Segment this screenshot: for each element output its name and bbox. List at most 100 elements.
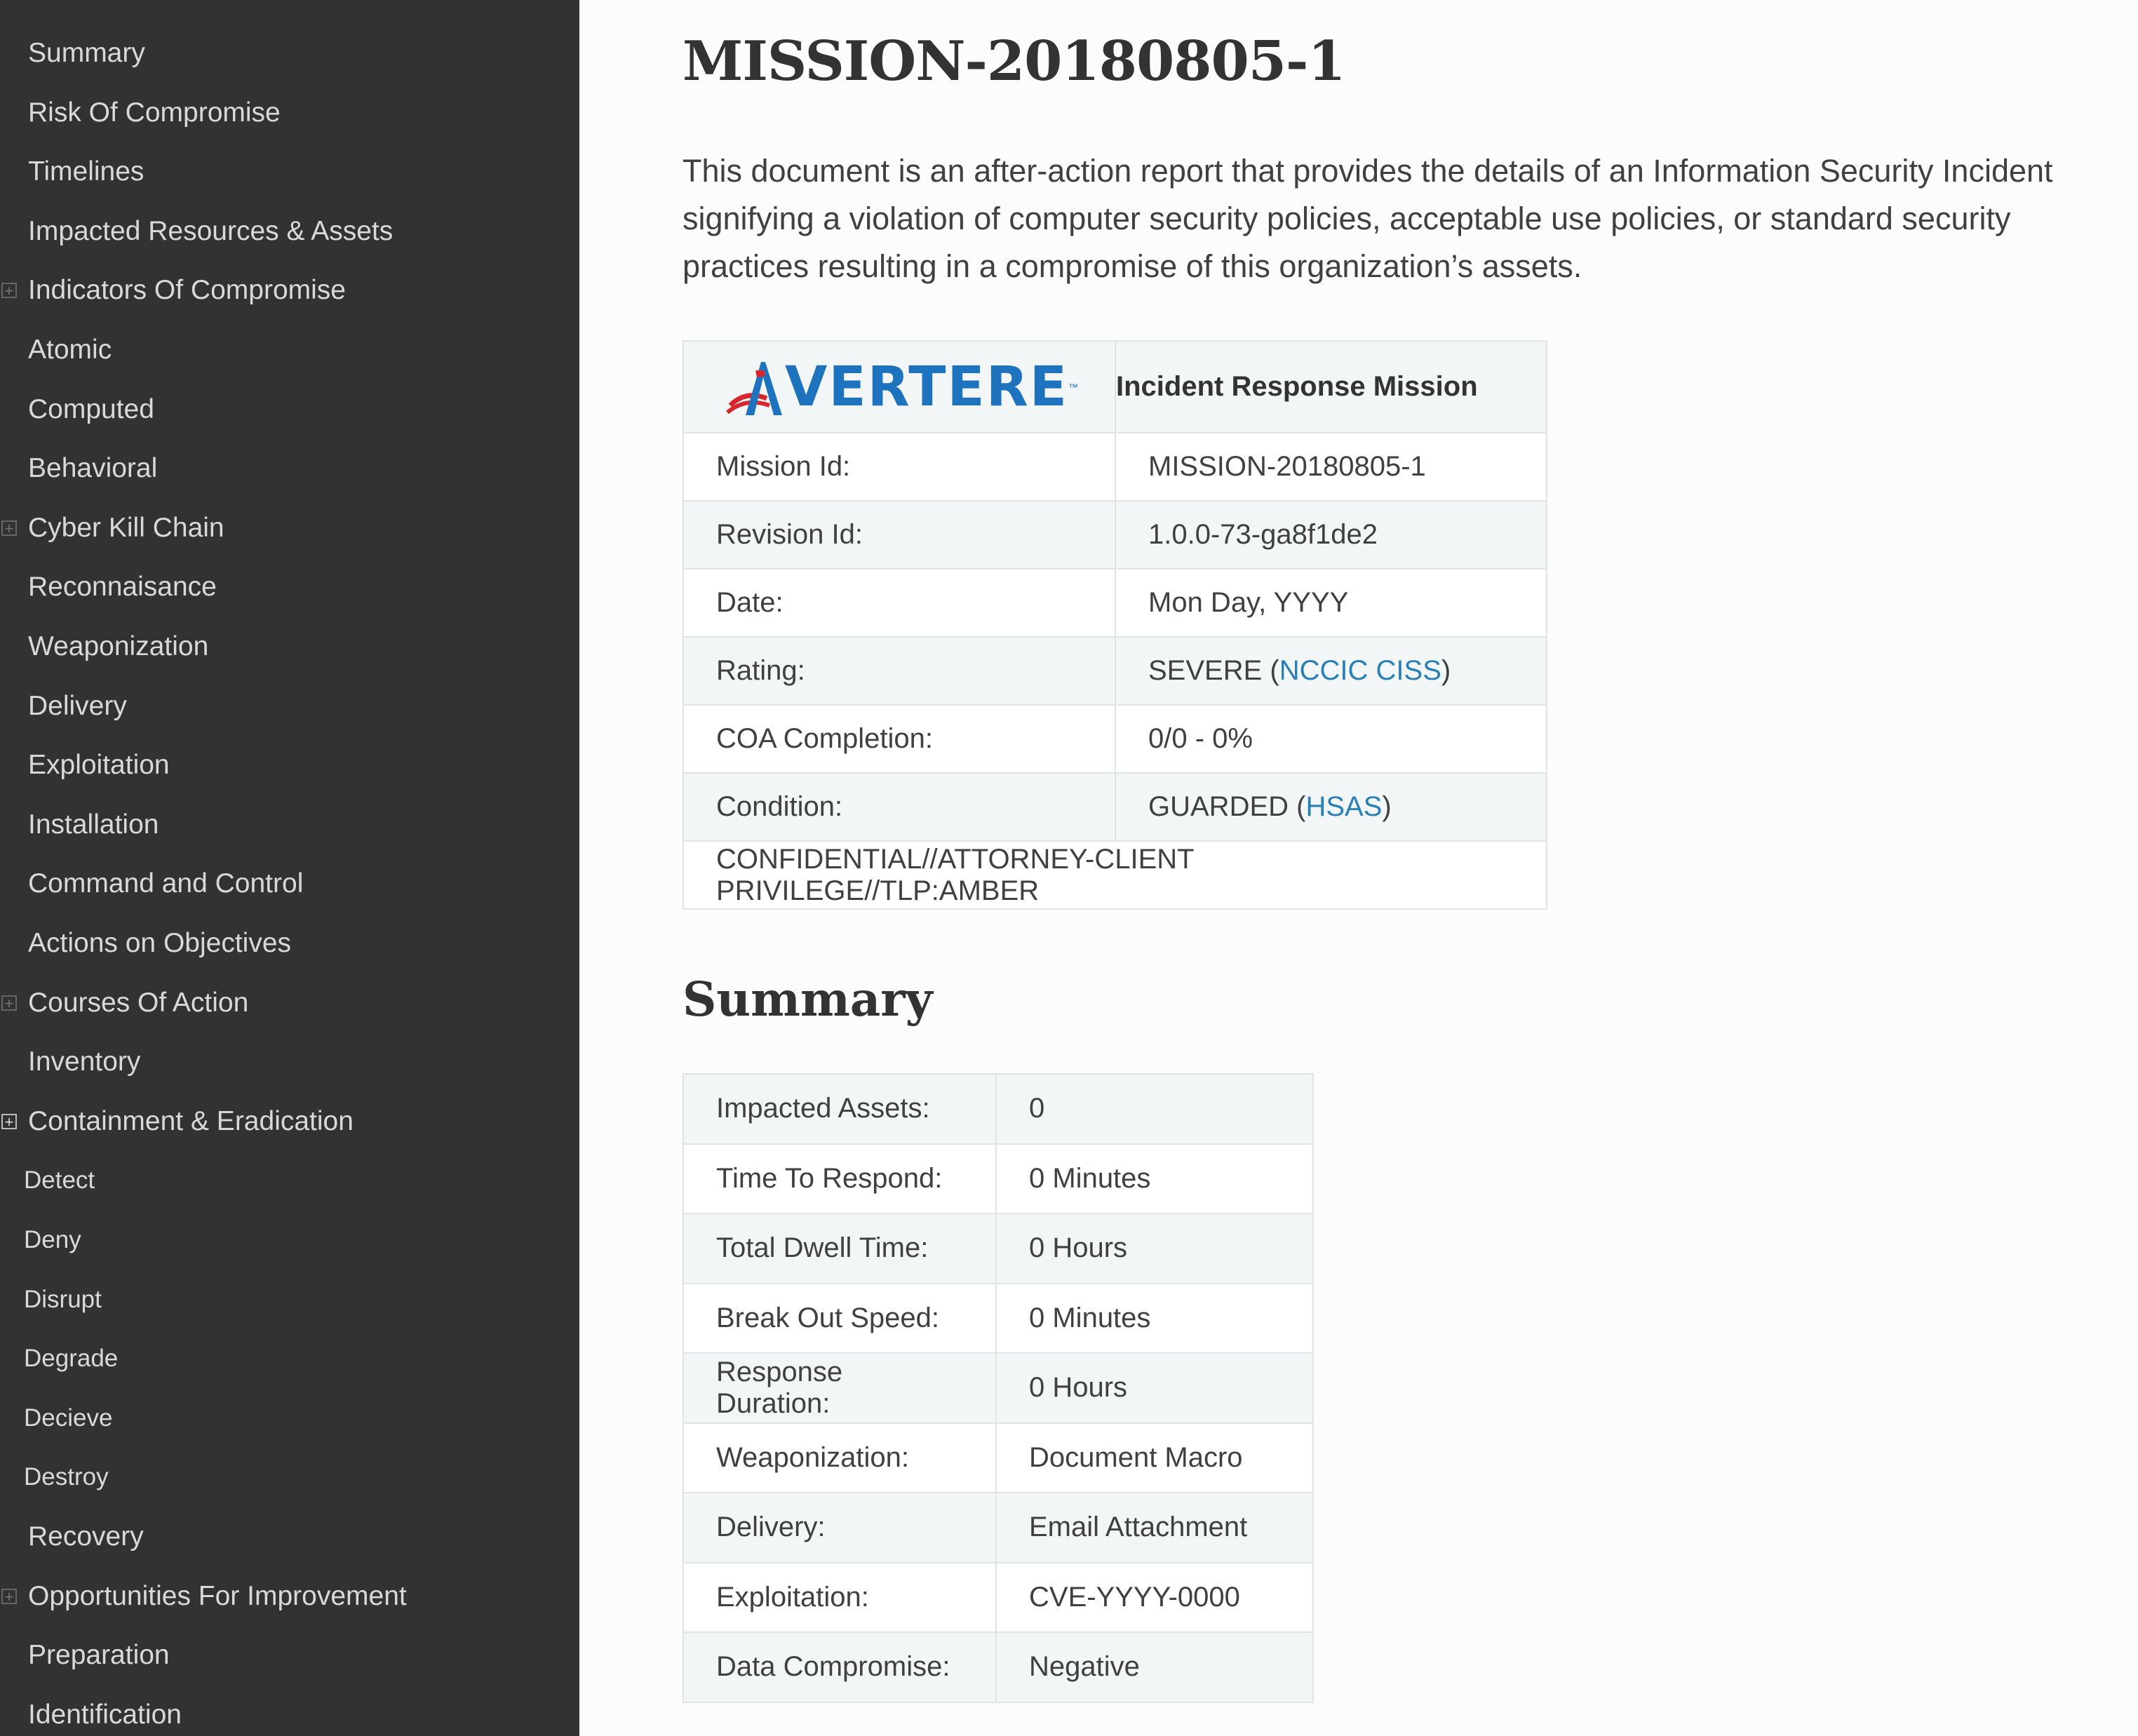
date-value: Mon Day, YYYY	[1115, 568, 1547, 638]
main-content: MISSION-20180805-1 This document is an a…	[579, 0, 2138, 1736]
summary-heading: Summary	[683, 971, 933, 1027]
sidebar-item-computed[interactable]: Computed	[0, 380, 579, 439]
sidebar-item-label: Atomic	[28, 335, 112, 365]
sidebar-nav: Summary Risk Of Compromise Timelines Impact…	[0, 0, 579, 1736]
sidebar-item-detect[interactable]: Detect	[0, 1151, 579, 1210]
summary-value: Document Macro	[995, 1422, 1314, 1493]
expand-icon[interactable]: +	[1, 283, 17, 299]
sidebar-item-opportunities-for-improvement[interactable]: + Opportunities For Improvement	[0, 1567, 579, 1626]
sidebar-item-label: Indicators Of Compromise	[28, 275, 346, 306]
rating-value-cell: SEVERE (NCCIC CISS)	[1115, 636, 1547, 706]
summary-value: 0 Minutes	[995, 1143, 1314, 1214]
summary-value: 0 Minutes	[995, 1282, 1314, 1354]
table-row: Total Dwell Time: 0 Hours	[683, 1213, 1314, 1284]
condition-label: Condition:	[683, 772, 1116, 842]
sidebar-item-recovery[interactable]: Recovery	[0, 1507, 579, 1566]
sidebar-item-label: Deny	[24, 1226, 81, 1253]
table-row: Exploitation: CVE-YYYY-0000	[683, 1561, 1314, 1633]
sidebar-item-label: Impacted Resources & Assets	[28, 215, 394, 246]
condition-value-cell: GUARDED (HSAS)	[1115, 772, 1547, 842]
revision-id-label: Revision Id:	[683, 500, 1116, 570]
expand-icon[interactable]: +	[1, 1588, 17, 1604]
sidebar-item-reconnaisance[interactable]: Reconnaisance	[0, 558, 579, 617]
classification-banner: CONFIDENTIAL//ATTORNEY-CLIENT PRIVILEGE/…	[683, 840, 1547, 910]
sidebar-item-risk-of-compromise[interactable]: Risk Of Compromise	[0, 83, 579, 142]
summary-label: Response Duration:	[683, 1352, 997, 1424]
sidebar-item-indicators-of-compromise[interactable]: + Indicators Of Compromise	[0, 261, 579, 320]
sidebar-item-degrade[interactable]: Degrade	[0, 1329, 579, 1388]
sidebar-item-actions-on-objectives[interactable]: Actions on Objectives	[0, 914, 579, 973]
sidebar-item-delivery[interactable]: Delivery	[0, 677, 579, 736]
sidebar-item-weaponization[interactable]: Weaponization	[0, 617, 579, 676]
sidebar-item-label: Timelines	[28, 156, 144, 187]
table-row: Response Duration: 0 Hours	[683, 1352, 1314, 1424]
table-row: Weaponization: Document Macro	[683, 1422, 1314, 1493]
sidebar-item-deny[interactable]: Deny	[0, 1211, 579, 1270]
mission-info-table: VERTERE ™ Incident Response Mission Miss…	[683, 340, 1547, 910]
sidebar-item-label: Behavioral	[28, 453, 158, 484]
mission-table-header: Incident Response Mission	[1115, 340, 1547, 433]
sidebar-item-exploitation[interactable]: Exploitation	[0, 736, 579, 795]
sidebar-item-courses-of-action[interactable]: + Courses Of Action	[0, 974, 579, 1032]
sidebar-item-label: Actions on Objectives	[28, 928, 292, 958]
sidebar-item-inventory[interactable]: Inventory	[0, 1032, 579, 1091]
summary-label: Impacted Assets:	[683, 1073, 997, 1145]
sidebar-item-command-and-control[interactable]: Command and Control	[0, 854, 579, 913]
logo-trademark: ™	[1068, 381, 1079, 393]
sidebar-item-timelines[interactable]: Timelines	[0, 142, 579, 201]
sidebar-item-cyber-kill-chain[interactable]: + Cyber Kill Chain	[0, 499, 579, 558]
sidebar-item-label: Reconnaisance	[28, 572, 217, 603]
sidebar-item-label: Summary	[28, 38, 145, 68]
summary-label: Total Dwell Time:	[683, 1213, 997, 1284]
sidebar-item-label: Exploitation	[28, 750, 170, 781]
expand-icon[interactable]: +	[1, 1113, 17, 1129]
revision-id-value: 1.0.0-73-ga8f1de2	[1115, 500, 1547, 570]
summary-value: 0 Hours	[995, 1352, 1314, 1424]
summary-value: Email Attachment	[995, 1492, 1314, 1563]
sidebar-item-label: Weaponization	[28, 631, 209, 661]
table-row: Impacted Assets: 0	[683, 1073, 1314, 1145]
sidebar-item-disrupt[interactable]: Disrupt	[0, 1270, 579, 1329]
sidebar-item-label: Risk Of Compromise	[28, 97, 281, 128]
summary-table: Impacted Assets: 0 Time To Respond: 0 Minut…	[683, 1073, 1314, 1703]
condition-value: GUARDED	[1148, 791, 1289, 822]
sidebar-item-impacted-resources-assets[interactable]: Impacted Resources & Assets	[0, 202, 579, 261]
sidebar-item-atomic[interactable]: Atomic	[0, 321, 579, 379]
sidebar-item-behavioral[interactable]: Behavioral	[0, 439, 579, 498]
sidebar-item-summary[interactable]: Summary	[0, 24, 579, 83]
sidebar-item-label: Disrupt	[24, 1285, 102, 1313]
sidebar-item-identification[interactable]: Identification	[0, 1685, 579, 1736]
sidebar-item-label: Computed	[28, 393, 154, 424]
table-row: Time To Respond: 0 Minutes	[683, 1143, 1314, 1214]
summary-value: 0	[995, 1073, 1314, 1145]
sidebar-item-containment-eradication[interactable]: + Containment & Eradication	[0, 1092, 579, 1151]
sidebar-item-label: Decieve	[24, 1404, 113, 1432]
sidebar-item-installation[interactable]: Installation	[0, 795, 579, 854]
summary-label: Break Out Speed:	[683, 1282, 997, 1354]
expand-icon[interactable]: +	[1, 520, 17, 536]
sidebar-item-destroy[interactable]: Destroy	[0, 1448, 579, 1507]
logo-text: VERTERE	[785, 355, 1069, 419]
sidebar-item-decieve[interactable]: Decieve	[0, 1389, 579, 1448]
sidebar-item-preparation[interactable]: Preparation	[0, 1626, 579, 1685]
sidebar-item-label: Command and Control	[28, 868, 304, 899]
summary-label: Time To Respond:	[683, 1143, 997, 1214]
logo-cell: VERTERE ™	[683, 340, 1116, 433]
sidebar-item-label: Recovery	[28, 1521, 144, 1552]
mission-id-value: MISSION-20180805-1	[1115, 432, 1547, 502]
sidebar-item-label: Delivery	[28, 690, 127, 721]
nccic-ciss-link[interactable]: NCCIC CISS	[1279, 655, 1441, 686]
summary-label: Data Compromise:	[683, 1631, 997, 1703]
intro-paragraph: This document is an after-action report …	[683, 153, 2053, 284]
date-label: Date:	[683, 568, 1116, 638]
sidebar-item-label: Destroy	[24, 1463, 109, 1491]
logo-a-icon	[726, 361, 782, 415]
avertere-logo: VERTERE ™	[716, 356, 1082, 419]
rating-value: SEVERE	[1148, 655, 1263, 686]
sidebar-item-label: Identification	[28, 1699, 182, 1730]
table-row: Break Out Speed: 0 Minutes	[683, 1282, 1314, 1354]
sidebar-item-label: Containment & Eradication	[28, 1105, 354, 1136]
sidebar-item-label: Detect	[24, 1166, 95, 1195]
hsas-link[interactable]: HSAS	[1305, 791, 1382, 822]
expand-icon[interactable]: +	[1, 995, 17, 1011]
